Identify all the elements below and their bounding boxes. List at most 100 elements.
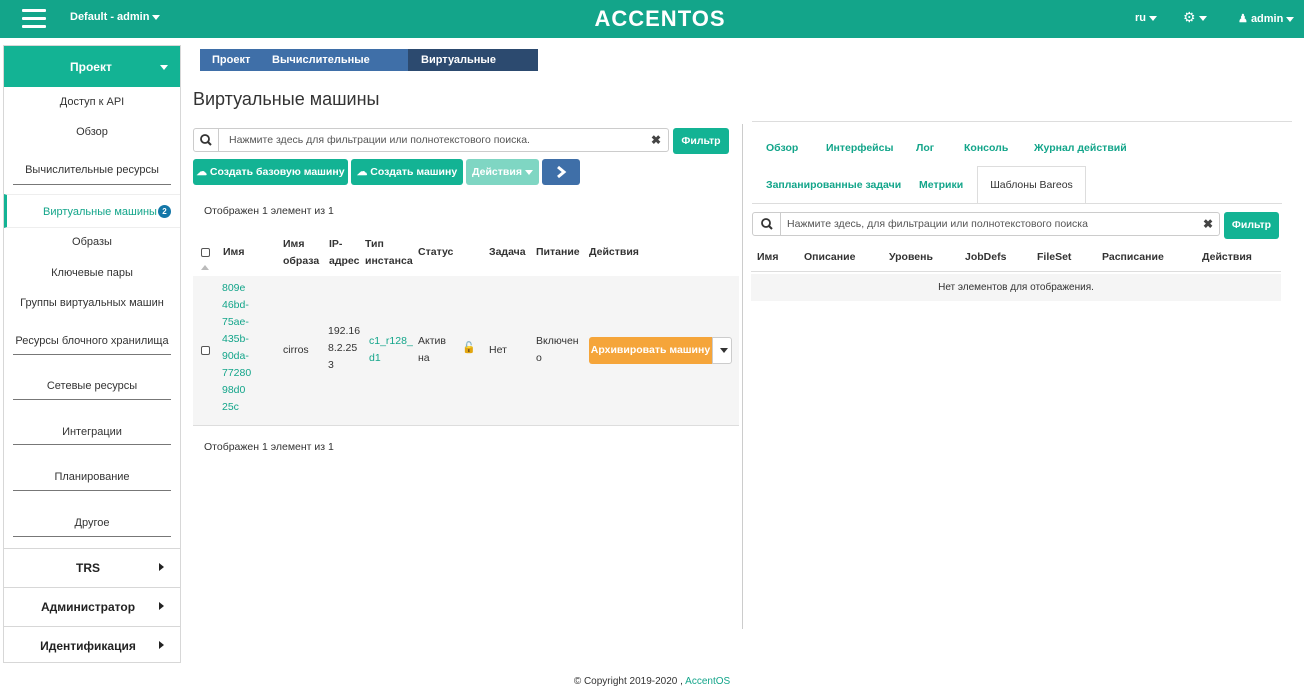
sidebar-item-overview[interactable]: Обзор — [4, 126, 180, 138]
button-label: Действия — [472, 166, 522, 178]
sidebar: Проект Доступ к API Обзор Вычислительные… — [3, 45, 181, 663]
tab-overview[interactable]: Обзор — [766, 142, 798, 154]
bareos-filter-button[interactable]: Фильтр — [1224, 212, 1279, 239]
sidebar-item-api-access[interactable]: Доступ к API — [4, 96, 180, 108]
sidebar-group-label: Идентификация — [40, 639, 136, 653]
instance-power: Включен о — [536, 333, 579, 367]
column-header-name[interactable]: Имя — [757, 251, 778, 263]
tab-metrics[interactable]: Метрики — [919, 179, 963, 191]
clear-search-icon[interactable]: ✖ — [651, 133, 661, 147]
sidebar-group-admin[interactable]: Администратор — [4, 587, 180, 625]
settings-menu[interactable]: ⚙ — [1183, 9, 1207, 26]
chevron-down-icon — [1286, 16, 1295, 22]
row-actions-dropdown[interactable] — [712, 337, 732, 364]
sidebar-item-other[interactable]: Другое — [4, 517, 180, 529]
ip-line: 3 — [328, 359, 334, 371]
tab-action-log[interactable]: Журнал действий — [1034, 142, 1127, 154]
user-name: admin — [1250, 13, 1284, 25]
column-header-task[interactable]: Задача — [489, 244, 526, 261]
actions-dropdown-button[interactable]: Действия — [466, 159, 539, 185]
instance-image: cirros — [283, 344, 309, 356]
sidebar-header-label: Проект — [70, 60, 112, 74]
row-checkbox[interactable] — [201, 346, 210, 355]
sidebar-item-images[interactable]: Образы — [4, 236, 180, 248]
create-instance-button[interactable]: ☁ Создать машину — [351, 159, 463, 185]
column-header-power[interactable]: Питание — [536, 244, 580, 261]
button-label: Создать базовую машину — [209, 166, 345, 178]
tab-scheduled-tasks[interactable]: Запланированные задачи — [766, 179, 901, 191]
instance-ip: 192.16 8.2.25 3 — [328, 323, 360, 374]
name-line: 75ae- — [222, 316, 249, 328]
button-label: Создать машину — [370, 166, 458, 178]
name-line: 25c — [222, 401, 239, 413]
ip-line: 8.2.25 — [328, 342, 358, 354]
column-header-name[interactable]: Имя — [223, 244, 244, 261]
user-menu[interactable]: ♟ admin — [1238, 12, 1295, 25]
instance-name-link[interactable]: 809e 46bd- 75ae- 435b- 90da- 77280 98d0 … — [222, 280, 262, 416]
sidebar-group-trs[interactable]: TRS — [4, 548, 180, 586]
tab-interfaces[interactable]: Интерфейсы — [826, 142, 893, 154]
column-header-fileset[interactable]: FileSet — [1037, 251, 1071, 263]
sidebar-item-network[interactable]: Сетевые ресурсы — [4, 380, 180, 392]
sidebar-divider — [13, 536, 171, 537]
create-base-instance-button[interactable]: ☁ Создать базовую машину — [193, 159, 348, 185]
page-title: Виртуальные машины — [193, 89, 380, 109]
name-line: 98d0 — [222, 384, 246, 396]
select-all-checkbox[interactable] — [201, 248, 210, 257]
sidebar-group-identity[interactable]: Идентификация — [4, 626, 180, 664]
sidebar-item-label: Виртуальные машины — [43, 206, 157, 218]
breadcrumb-compute[interactable]: Вычислительные ресурсы — [257, 49, 411, 88]
search-placeholder: Нажмите здесь для фильтрации или полноте… — [229, 134, 530, 146]
sidebar-item-keypairs[interactable]: Ключевые пары — [4, 267, 180, 279]
bareos-search-input[interactable]: Нажмите здесь, для фильтрации или полнот… — [752, 212, 1220, 236]
column-header-schedule[interactable]: Расписание — [1102, 251, 1164, 263]
brand-logo: ACCENTOS — [594, 6, 726, 31]
instance-status: Актив на — [418, 333, 446, 367]
clear-search-icon[interactable]: ✖ — [1203, 217, 1213, 231]
tab-console[interactable]: Консоль — [964, 142, 1008, 154]
chevron-right-icon — [159, 602, 164, 610]
status-line: Актив — [418, 335, 446, 347]
column-header-status[interactable]: Статус — [418, 244, 453, 261]
column-header-jobdefs[interactable]: JobDefs — [965, 251, 1006, 263]
column-header-ip[interactable]: IP-адрес — [329, 236, 361, 270]
instances-search-input[interactable]: Нажмите здесь для фильтрации или полноте… — [193, 128, 669, 152]
cloud-upload-icon: ☁ — [196, 166, 207, 178]
footer-link[interactable]: AccentOS — [685, 676, 730, 687]
language-label: ru — [1135, 12, 1146, 24]
sidebar-item-instances[interactable]: Виртуальные машины 2 — [4, 194, 180, 228]
tab-log[interactable]: Лог — [916, 142, 934, 154]
tab-bareos-templates[interactable]: Шаблоны Bareos — [977, 166, 1086, 204]
power-line: о — [536, 352, 542, 364]
archive-instance-button[interactable]: Архивировать машину — [589, 337, 712, 364]
menu-toggle-icon[interactable] — [22, 9, 46, 29]
sidebar-item-compute[interactable]: Вычислительные ресурсы — [4, 164, 180, 176]
gear-icon: ⚙ — [1183, 9, 1196, 25]
instance-flavor-link[interactable]: c1_r128_ d1 — [369, 333, 413, 367]
panel-divider — [742, 124, 743, 629]
search-icon — [194, 129, 219, 151]
column-header-level[interactable]: Уровень — [889, 251, 933, 263]
chevron-right-icon — [159, 641, 164, 649]
count-badge: 2 — [158, 205, 171, 218]
expand-panel-button[interactable] — [542, 159, 580, 185]
search-placeholder: Нажмите здесь, для фильтрации или полнот… — [787, 218, 1088, 230]
column-header-description[interactable]: Описание — [804, 251, 855, 263]
breadcrumb-project[interactable]: Проект — [200, 49, 260, 71]
sidebar-group-label: TRS — [76, 561, 100, 575]
sidebar-item-server-groups[interactable]: Группы виртуальных машин — [4, 297, 180, 309]
sidebar-item-block-storage[interactable]: Ресурсы блочного хранилища — [4, 335, 180, 347]
chevron-down-icon — [524, 169, 533, 175]
sidebar-item-integrations[interactable]: Интеграции — [4, 426, 180, 438]
name-line: 809e — [222, 282, 246, 294]
sort-icon — [201, 265, 209, 270]
sidebar-item-scheduling[interactable]: Планирование — [4, 471, 180, 483]
filter-button[interactable]: Фильтр — [673, 128, 729, 154]
sidebar-project-header[interactable]: Проект — [4, 46, 180, 87]
column-header-image[interactable]: Имя образа — [283, 236, 323, 270]
language-selector[interactable]: ru — [1135, 12, 1157, 24]
column-header-flavor[interactable]: Тип инстанса — [365, 236, 413, 270]
empty-table-message: Нет элементов для отображения. — [751, 274, 1281, 301]
project-selector[interactable]: Default - admin — [70, 11, 161, 23]
flavor-line: d1 — [369, 352, 381, 364]
